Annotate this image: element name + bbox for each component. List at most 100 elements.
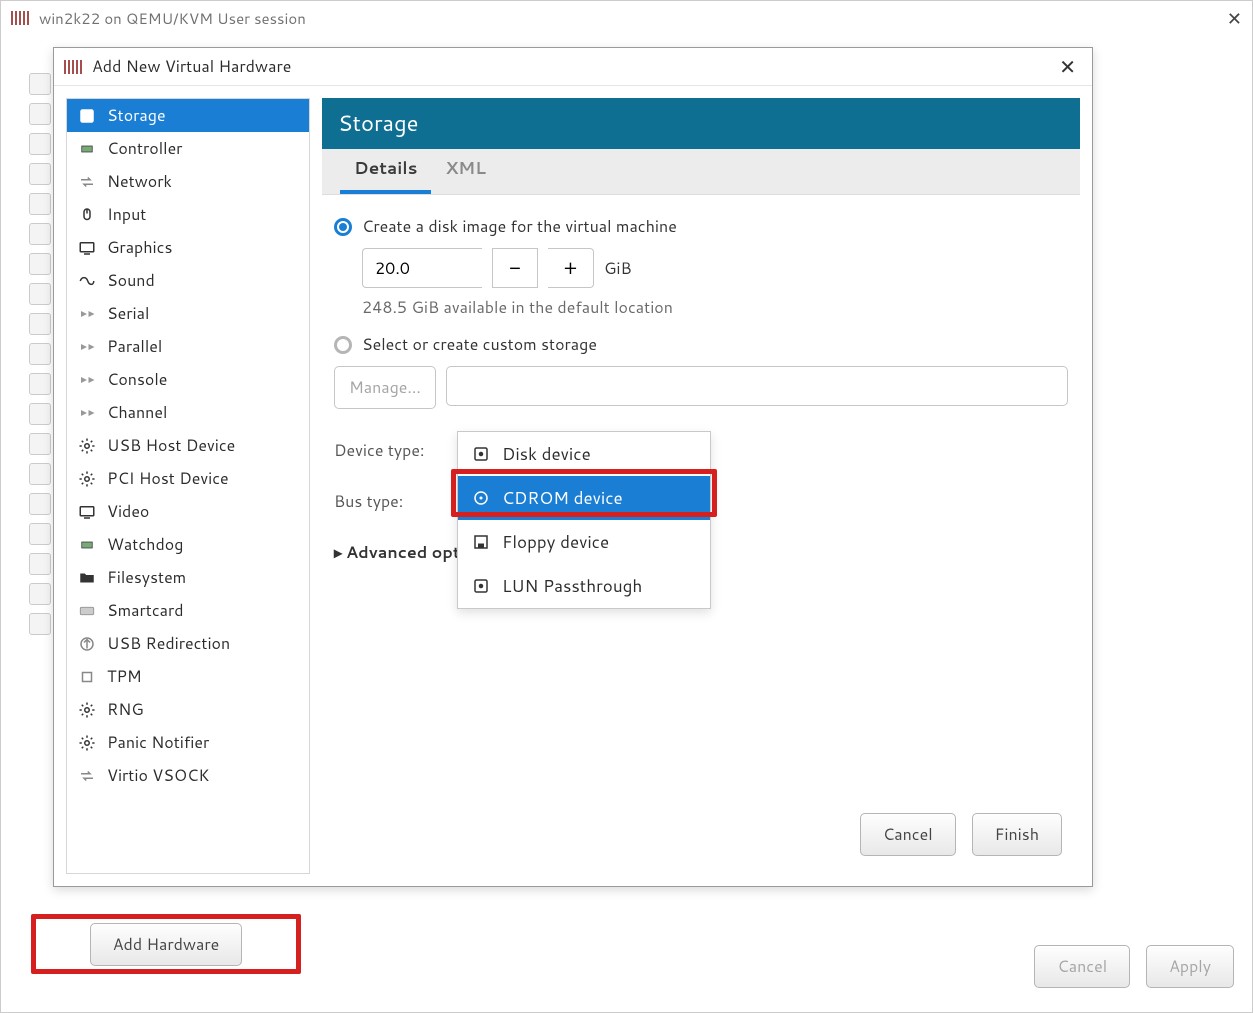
caret-right-icon: ▸ (334, 541, 342, 564)
hardware-item-label: USB Host Device (107, 434, 235, 457)
usb-icon (77, 634, 97, 654)
disk-size-decrement[interactable]: − (492, 248, 538, 288)
close-icon[interactable]: ✕ (1227, 5, 1242, 31)
folder-icon (77, 568, 97, 588)
port-icon (77, 337, 97, 357)
device-type-option-label: LUN Passthrough (502, 574, 642, 598)
hardware-type-list[interactable]: Storage Controller Network Input Graphics Sou… (66, 98, 310, 874)
hardware-item-panic-notifier[interactable]: Panic Notifier (67, 726, 309, 759)
radio-custom-storage-label: Select or create custom storage (362, 333, 597, 356)
add-hardware-button[interactable]: Add Hardware (90, 923, 243, 966)
swap-icon (77, 172, 97, 192)
hardware-item-label: PCI Host Device (107, 467, 229, 490)
hardware-item-storage[interactable]: Storage (67, 99, 309, 132)
radio-create-disk-label: Create a disk image for the virtual mach… (362, 215, 677, 238)
device-type-option-lun-passthrough[interactable]: LUN Passthrough (458, 564, 710, 608)
hardware-item-video[interactable]: Video (67, 495, 309, 528)
floppy-icon (472, 533, 490, 551)
parent-cancel-button[interactable]: Cancel (1034, 945, 1130, 988)
hardware-item-label: TPM (107, 665, 142, 688)
device-type-option-floppy-device[interactable]: Floppy device (458, 520, 710, 564)
monitor-icon (77, 502, 97, 522)
hardware-item-label: Input (107, 203, 146, 226)
gear-icon (77, 436, 97, 456)
hardware-item-label: Sound (107, 269, 155, 292)
dialog-titlebar: Add New Virtual Hardware ✕ (54, 48, 1092, 86)
disk-size-increment[interactable]: + (548, 248, 594, 288)
pane-title: Storage (322, 98, 1080, 149)
port-icon (77, 403, 97, 423)
chip-icon (77, 139, 97, 159)
add-hardware-dialog: Add New Virtual Hardware ✕ Storage Contro… (53, 47, 1093, 887)
hardware-item-label: Parallel (107, 335, 162, 358)
monitor-icon (77, 238, 97, 258)
device-type-label: Device type: (334, 439, 464, 462)
available-space-hint: 248.5 GiB available in the default locat… (362, 296, 1068, 319)
hardware-item-label: Virtio VSOCK (107, 764, 209, 787)
hardware-item-virtio-vsock[interactable]: Virtio VSOCK (67, 759, 309, 792)
hardware-item-label: Video (107, 500, 149, 523)
dialog-title: Add New Virtual Hardware (92, 55, 291, 78)
mouse-icon (77, 205, 97, 225)
device-type-dropdown[interactable]: Disk deviceCDROM deviceFloppy deviceLUN … (457, 431, 711, 609)
manage-button[interactable]: Manage... (334, 366, 436, 409)
app-icon (11, 11, 31, 25)
hardware-item-smartcard[interactable]: Smartcard (67, 594, 309, 627)
tab-xml[interactable]: XML (431, 146, 499, 194)
cpu-icon (77, 667, 97, 687)
hardware-item-label: Filesystem (107, 566, 186, 589)
hardware-item-tpm[interactable]: TPM (67, 660, 309, 693)
radio-create-disk[interactable] (334, 218, 352, 236)
port-icon (77, 304, 97, 324)
hardware-item-sound[interactable]: Sound (67, 264, 309, 297)
hardware-item-label: Graphics (107, 236, 172, 259)
tab-bar: Details XML (322, 149, 1080, 195)
hardware-item-parallel[interactable]: Parallel (67, 330, 309, 363)
close-icon[interactable]: ✕ (1053, 51, 1082, 83)
device-type-option-label: Disk device (502, 442, 591, 466)
finish-button[interactable]: Finish (972, 813, 1062, 856)
hardware-item-filesystem[interactable]: Filesystem (67, 561, 309, 594)
hardware-item-label: Serial (107, 302, 149, 325)
disk-size-input[interactable] (362, 248, 482, 288)
sound-icon (77, 271, 97, 291)
device-type-option-label: Floppy device (502, 530, 609, 554)
hardware-item-usb-host-device[interactable]: USB Host Device (67, 429, 309, 462)
hardware-item-label: RNG (107, 698, 144, 721)
hardware-item-label: Smartcard (107, 599, 184, 622)
hardware-item-controller[interactable]: Controller (67, 132, 309, 165)
background-sidebar (29, 73, 51, 892)
hardware-item-watchdog[interactable]: Watchdog (67, 528, 309, 561)
disk-icon (472, 577, 490, 595)
highlight-annotation (451, 469, 717, 517)
hardware-item-input[interactable]: Input (67, 198, 309, 231)
hardware-item-label: Storage (107, 104, 166, 127)
gear-icon (77, 733, 97, 753)
card-icon (77, 601, 97, 621)
storage-path-input[interactable] (446, 366, 1068, 406)
hardware-item-label: Controller (107, 137, 182, 160)
parent-title: win2k22 on QEMU/KVM User session (39, 8, 306, 29)
hardware-item-channel[interactable]: Channel (67, 396, 309, 429)
hardware-item-label: Console (107, 368, 167, 391)
hardware-item-pci-host-device[interactable]: PCI Host Device (67, 462, 309, 495)
port-icon (77, 370, 97, 390)
hardware-item-graphics[interactable]: Graphics (67, 231, 309, 264)
hardware-item-label: Network (107, 170, 172, 193)
hardware-item-console[interactable]: Console (67, 363, 309, 396)
hardware-item-serial[interactable]: Serial (67, 297, 309, 330)
parent-titlebar: win2k22 on QEMU/KVM User session ✕ (1, 1, 1252, 35)
parent-apply-button[interactable]: Apply (1146, 945, 1234, 988)
radio-custom-storage[interactable] (334, 336, 352, 354)
hardware-item-label: Channel (107, 401, 167, 424)
hardware-item-rng[interactable]: RNG (67, 693, 309, 726)
hardware-item-network[interactable]: Network (67, 165, 309, 198)
form-area: Create a disk image for the virtual mach… (322, 195, 1080, 801)
cancel-button[interactable]: Cancel (860, 813, 956, 856)
hardware-item-label: USB Redirection (107, 632, 230, 655)
disk-size-unit: GiB (604, 257, 632, 280)
hardware-item-usb-redirection[interactable]: USB Redirection (67, 627, 309, 660)
tab-details[interactable]: Details (340, 146, 431, 194)
chip-icon (77, 535, 97, 555)
app-icon (64, 60, 84, 74)
